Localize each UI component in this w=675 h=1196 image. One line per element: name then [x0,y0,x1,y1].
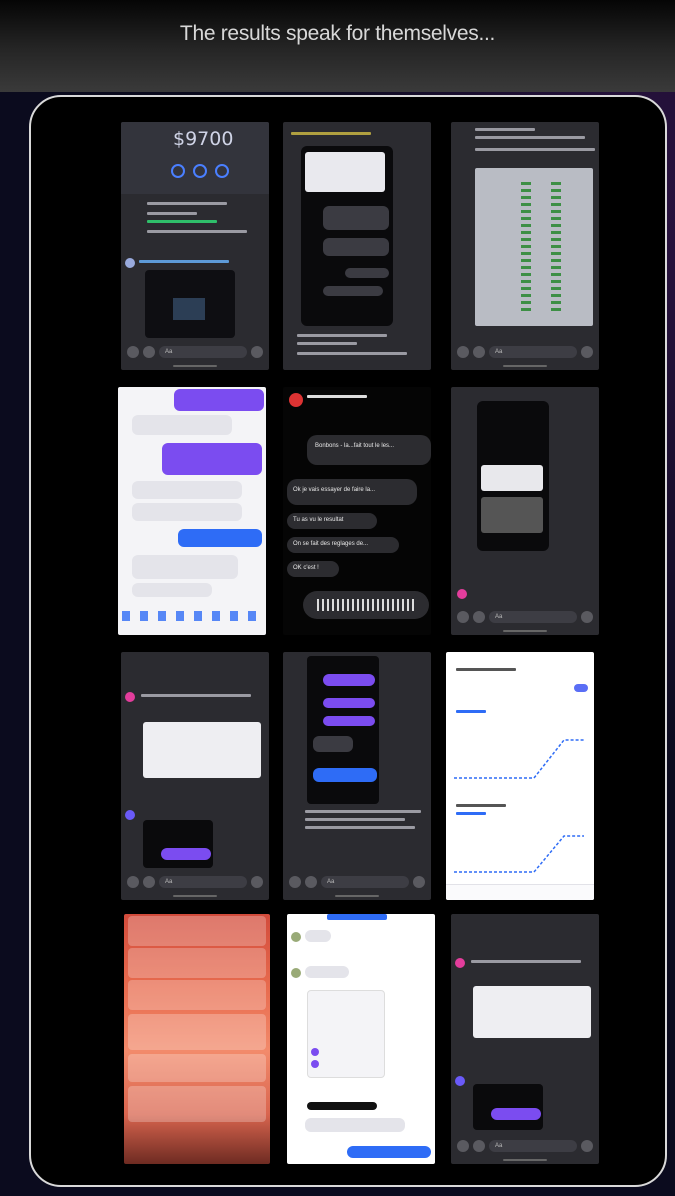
screenshot-12-chat[interactable]: Aa [451,914,599,1164]
message-input[interactable]: Aa [489,611,577,623]
screenshot-grid: $9700 Aa Aa Bonbons - la...fait tout le … [31,97,665,1185]
camera-icon[interactable] [143,876,155,888]
home-indicator [502,630,548,632]
screenshot-4-messenger-light[interactable] [118,387,266,635]
add-icon[interactable] [127,876,139,888]
message-input-bar[interactable]: Aa [289,874,425,890]
screenshot-6-phone[interactable]: Aa [451,387,599,635]
screenshot-gallery-frame: $9700 Aa Aa Bonbons - la...fait tout le … [29,95,667,1187]
screenshot-9-analytics[interactable] [446,652,594,900]
like-icon[interactable] [581,346,593,358]
camera-icon[interactable] [305,876,317,888]
screenshot-1-revenue[interactable]: $9700 Aa [121,122,269,370]
camera-icon[interactable] [473,1140,485,1152]
revenue-amount: $9700 [173,128,234,150]
message-input[interactable]: Aa [489,346,577,358]
chat-line-2: Tu as vu le resultat [293,517,344,523]
add-icon[interactable] [127,346,139,358]
message-input-bar[interactable]: Aa [457,344,593,360]
camera-icon[interactable] [473,611,485,623]
chat-line-1: Ok je vais essayer de faire la... [293,487,376,493]
screenshot-3-spreadsheet[interactable]: Aa [451,122,599,370]
like-icon[interactable] [251,876,263,888]
chat-line-4: OK c'est ! [293,565,319,571]
analytics-chart-1 [454,739,584,779]
add-icon[interactable] [457,346,469,358]
page-header: The results speak for themselves... [0,0,675,92]
screenshot-11-messenger-light[interactable] [287,914,435,1164]
like-icon[interactable] [581,611,593,623]
screenshot-10-notifications[interactable] [124,914,270,1164]
message-input-bar[interactable]: Aa [457,1138,593,1154]
like-icon[interactable] [251,346,263,358]
chat-line-3: On se fait des reglages de... [293,541,369,547]
page-title: The results speak for themselves... [179,22,496,45]
message-input[interactable]: Aa [321,876,409,888]
message-input[interactable]: Aa [489,1140,577,1152]
add-icon[interactable] [289,876,301,888]
like-icon[interactable] [413,876,425,888]
chat-bubble-1: Bonbons - la...fait tout le les... [315,443,395,449]
screenshot-2-chat[interactable] [283,122,431,370]
message-input-bar[interactable]: Aa [457,609,593,625]
add-icon[interactable] [457,611,469,623]
screenshot-7-chat[interactable]: Aa [121,652,269,900]
home-indicator [172,365,218,367]
like-icon[interactable] [581,1140,593,1152]
message-input[interactable]: Aa [159,346,247,358]
message-input[interactable]: Aa [159,876,247,888]
home-indicator [502,1159,548,1161]
camera-icon[interactable] [473,346,485,358]
home-indicator [334,895,380,897]
camera-icon[interactable] [143,346,155,358]
message-input-bar[interactable]: Aa [127,344,263,360]
home-indicator [172,895,218,897]
voice-waveform[interactable] [317,599,417,611]
screenshot-8-chat[interactable]: Aa [283,652,431,900]
message-input-bar[interactable]: Aa [127,874,263,890]
analytics-chart-2 [454,835,584,873]
home-indicator [502,365,548,367]
screenshot-5-voice-chat[interactable]: Bonbons - la...fait tout le les... Ok je… [283,387,431,635]
add-icon[interactable] [457,1140,469,1152]
